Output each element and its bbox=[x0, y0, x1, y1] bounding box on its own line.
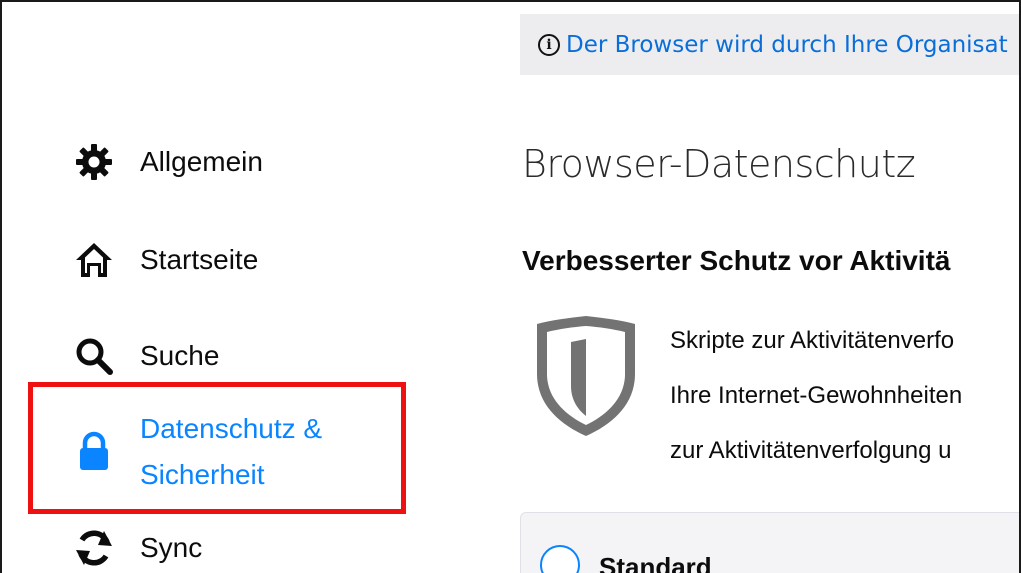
home-icon bbox=[74, 240, 114, 280]
page-title: Browser-Datenschutz bbox=[522, 142, 916, 186]
description-line: Skripte zur Aktivitätenverfo bbox=[670, 327, 955, 354]
sidebar-item-sync[interactable]: Sync bbox=[74, 528, 202, 568]
preferences-window: i Der Browser wird durch Ihre Organisat … bbox=[0, 0, 1021, 573]
policy-notice-link[interactable]: Der Browser wird durch Ihre Organisat bbox=[566, 32, 1008, 58]
policy-notice-bar: i Der Browser wird durch Ihre Organisat bbox=[520, 14, 1019, 75]
standard-option-label: Standard bbox=[599, 552, 712, 573]
protection-option-card[interactable] bbox=[520, 512, 1019, 573]
description-line: Ihre Internet-Gewohnheiten bbox=[670, 382, 963, 409]
sidebar-item-label: Allgemein bbox=[140, 146, 263, 177]
sidebar-item-label: Suche bbox=[140, 340, 220, 371]
search-icon bbox=[74, 336, 114, 376]
sidebar-item-home[interactable]: Startseite bbox=[74, 240, 258, 280]
section-title: Verbesserter Schutz vor Aktivitä bbox=[522, 245, 951, 276]
sidebar-item-search[interactable]: Suche bbox=[74, 336, 219, 376]
sidebar-item-label: Startseite bbox=[140, 244, 259, 275]
shield-icon bbox=[531, 312, 641, 445]
gear-icon bbox=[74, 142, 114, 182]
sidebar-item-label: Sync bbox=[140, 532, 203, 563]
highlight-annotation-box bbox=[28, 382, 406, 514]
sync-icon bbox=[74, 528, 114, 568]
description-line: zur Aktivitätenverfolgung u bbox=[670, 437, 952, 464]
sidebar-item-general[interactable]: Allgemein bbox=[74, 142, 263, 182]
info-circle-icon: i bbox=[538, 33, 560, 56]
